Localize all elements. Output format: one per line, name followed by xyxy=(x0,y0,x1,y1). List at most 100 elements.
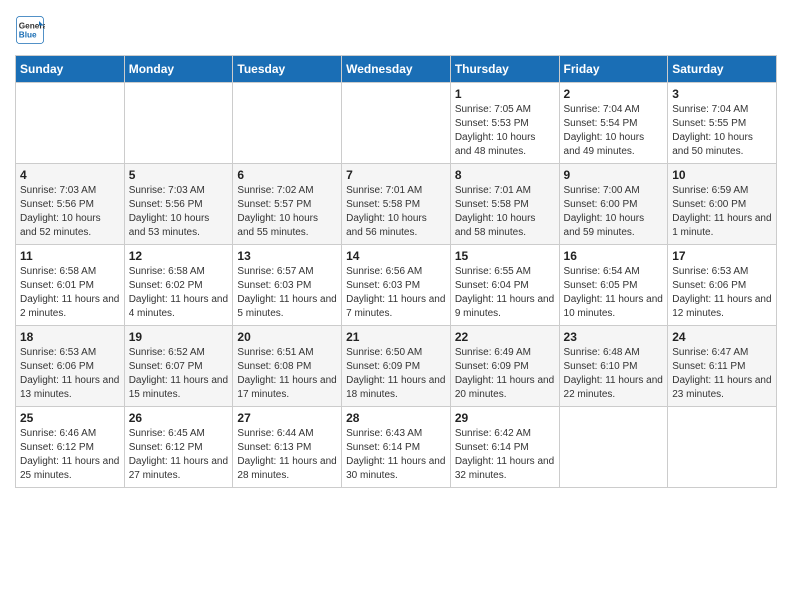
calendar-cell-2-6: 9 Sunrise: 7:00 AMSunset: 6:00 PMDaylight… xyxy=(559,164,668,245)
day-info: Sunrise: 6:58 AMSunset: 6:01 PMDaylight:… xyxy=(20,265,120,321)
calendar-cell-5-5: 29 Sunrise: 6:42 AMSunset: 6:14 PMDayligh… xyxy=(450,407,559,488)
day-info: Sunrise: 6:57 AMSunset: 6:03 PMDaylight:… xyxy=(237,265,337,321)
calendar-week-4: 18 Sunrise: 6:53 AMSunset: 6:06 PMDayligh… xyxy=(16,326,777,407)
day-number: 20 xyxy=(237,330,337,344)
day-info: Sunrise: 6:42 AMSunset: 6:14 PMDaylight:… xyxy=(455,427,555,483)
calendar-cell-1-4 xyxy=(342,83,451,164)
calendar-cell-4-2: 19Sunrise: 6:52 AMSunset: 6:07 PMDayligh… xyxy=(124,326,233,407)
calendar-cell-1-7: 3Sunrise: 7:04 AMSunset: 5:55 PMDaylight… xyxy=(668,83,777,164)
day-number: 13 xyxy=(237,249,337,263)
weekday-header-tuesday: Tuesday xyxy=(233,56,342,83)
day-info: Sunrise: 6:53 AMSunset: 6:06 PMDaylight:… xyxy=(20,346,120,402)
day-info: Sunrise: 6:58 AMSunset: 6:02 PMDaylight:… xyxy=(129,265,229,321)
day-number: 16 xyxy=(564,249,664,263)
day-number: 29 xyxy=(455,411,555,425)
calendar-header-row: SundayMondayTuesdayWednesdayThursdayFrid… xyxy=(16,56,777,83)
calendar-cell-5-7 xyxy=(668,407,777,488)
day-number: 24 xyxy=(672,330,772,344)
calendar-cell-5-1: 25 Sunrise: 6:46 AMSunset: 6:12 PMDayligh… xyxy=(16,407,125,488)
day-info: Sunrise: 7:01 AMSunset: 5:58 PMDaylight:… xyxy=(346,184,446,240)
day-number: 1 xyxy=(455,87,555,101)
day-info: Sunrise: 6:45 AMSunset: 6:12 PMDaylight:… xyxy=(129,427,229,483)
day-info: Sunrise: 7:00 AMSunset: 6:00 PMDaylight:… xyxy=(564,184,664,240)
day-number: 15 xyxy=(455,249,555,263)
calendar-cell-1-5: 1 Sunrise: 7:05 AMSunset: 5:53 PMDaylight… xyxy=(450,83,559,164)
weekday-header-sunday: Sunday xyxy=(16,56,125,83)
calendar-cell-4-7: 24Sunrise: 6:47 AMSunset: 6:11 PMDayligh… xyxy=(668,326,777,407)
svg-text:Blue: Blue xyxy=(19,31,37,40)
day-info: Sunrise: 7:05 AMSunset: 5:53 PMDaylight:… xyxy=(455,103,555,159)
svg-text:General: General xyxy=(19,22,45,31)
day-number: 28 xyxy=(346,411,446,425)
day-info: Sunrise: 7:02 AMSunset: 5:57 PMDaylight:… xyxy=(237,184,337,240)
calendar-week-3: 11 Sunrise: 6:58 AMSunset: 6:01 PMDayligh… xyxy=(16,245,777,326)
day-number: 14 xyxy=(346,249,446,263)
calendar-cell-5-6 xyxy=(559,407,668,488)
calendar-cell-2-1: 4 Sunrise: 7:03 AMSunset: 5:56 PMDaylight… xyxy=(16,164,125,245)
weekday-header-monday: Monday xyxy=(124,56,233,83)
calendar-cell-1-3 xyxy=(233,83,342,164)
calendar-cell-4-1: 18 Sunrise: 6:53 AMSunset: 6:06 PMDayligh… xyxy=(16,326,125,407)
day-number: 6 xyxy=(237,168,337,182)
calendar-cell-5-3: 27 Sunrise: 6:44 AMSunset: 6:13 PMDayligh… xyxy=(233,407,342,488)
day-number: 17 xyxy=(672,249,772,263)
day-info: Sunrise: 6:48 AMSunset: 6:10 PMDaylight:… xyxy=(564,346,664,402)
calendar-cell-2-7: 10 Sunrise: 6:59 AMSunset: 6:00 PMDayligh… xyxy=(668,164,777,245)
calendar-cell-3-7: 17 Sunrise: 6:53 AMSunset: 6:06 PMDayligh… xyxy=(668,245,777,326)
day-number: 27 xyxy=(237,411,337,425)
page-header: General Blue xyxy=(15,15,777,45)
calendar-cell-3-6: 16Sunrise: 6:54 AMSunset: 6:05 PMDayligh… xyxy=(559,245,668,326)
calendar-table: SundayMondayTuesdayWednesdayThursdayFrid… xyxy=(15,55,777,488)
day-number: 7 xyxy=(346,168,446,182)
calendar-week-2: 4 Sunrise: 7:03 AMSunset: 5:56 PMDaylight… xyxy=(16,164,777,245)
day-info: Sunrise: 7:03 AMSunset: 5:56 PMDaylight:… xyxy=(20,184,120,240)
day-number: 10 xyxy=(672,168,772,182)
day-number: 21 xyxy=(346,330,446,344)
day-number: 12 xyxy=(129,249,229,263)
calendar-cell-4-5: 22 Sunrise: 6:49 AMSunset: 6:09 PMDayligh… xyxy=(450,326,559,407)
day-info: Sunrise: 6:51 AMSunset: 6:08 PMDaylight:… xyxy=(237,346,337,402)
calendar-cell-5-4: 28 Sunrise: 6:43 AMSunset: 6:14 PMDayligh… xyxy=(342,407,451,488)
day-info: Sunrise: 7:04 AMSunset: 5:55 PMDaylight:… xyxy=(672,103,772,159)
day-number: 8 xyxy=(455,168,555,182)
weekday-header-wednesday: Wednesday xyxy=(342,56,451,83)
calendar-cell-3-1: 11 Sunrise: 6:58 AMSunset: 6:01 PMDayligh… xyxy=(16,245,125,326)
calendar-cell-1-6: 2 Sunrise: 7:04 AMSunset: 5:54 PMDaylight… xyxy=(559,83,668,164)
day-number: 4 xyxy=(20,168,120,182)
calendar-week-5: 25 Sunrise: 6:46 AMSunset: 6:12 PMDayligh… xyxy=(16,407,777,488)
day-number: 23 xyxy=(564,330,664,344)
day-info: Sunrise: 6:50 AMSunset: 6:09 PMDaylight:… xyxy=(346,346,446,402)
weekday-header-thursday: Thursday xyxy=(450,56,559,83)
calendar-cell-1-2 xyxy=(124,83,233,164)
day-number: 26 xyxy=(129,411,229,425)
day-number: 19 xyxy=(129,330,229,344)
day-info: Sunrise: 7:04 AMSunset: 5:54 PMDaylight:… xyxy=(564,103,664,159)
calendar-cell-3-3: 13 Sunrise: 6:57 AMSunset: 6:03 PMDayligh… xyxy=(233,245,342,326)
logo: General Blue xyxy=(15,15,49,45)
calendar-week-1: 1 Sunrise: 7:05 AMSunset: 5:53 PMDaylight… xyxy=(16,83,777,164)
day-number: 11 xyxy=(20,249,120,263)
day-info: Sunrise: 7:01 AMSunset: 5:58 PMDaylight:… xyxy=(455,184,555,240)
calendar-cell-2-3: 6 Sunrise: 7:02 AMSunset: 5:57 PMDaylight… xyxy=(233,164,342,245)
weekday-header-friday: Friday xyxy=(559,56,668,83)
calendar-cell-2-2: 5Sunrise: 7:03 AMSunset: 5:56 PMDaylight… xyxy=(124,164,233,245)
calendar-cell-2-4: 7 Sunrise: 7:01 AMSunset: 5:58 PMDaylight… xyxy=(342,164,451,245)
day-info: Sunrise: 6:46 AMSunset: 6:12 PMDaylight:… xyxy=(20,427,120,483)
weekday-header-saturday: Saturday xyxy=(668,56,777,83)
day-info: Sunrise: 6:49 AMSunset: 6:09 PMDaylight:… xyxy=(455,346,555,402)
calendar-cell-3-5: 15Sunrise: 6:55 AMSunset: 6:04 PMDayligh… xyxy=(450,245,559,326)
day-info: Sunrise: 6:43 AMSunset: 6:14 PMDaylight:… xyxy=(346,427,446,483)
day-info: Sunrise: 7:03 AMSunset: 5:56 PMDaylight:… xyxy=(129,184,229,240)
day-number: 2 xyxy=(564,87,664,101)
calendar-cell-2-5: 8 Sunrise: 7:01 AMSunset: 5:58 PMDaylight… xyxy=(450,164,559,245)
calendar-cell-4-6: 23 Sunrise: 6:48 AMSunset: 6:10 PMDayligh… xyxy=(559,326,668,407)
day-number: 18 xyxy=(20,330,120,344)
day-number: 22 xyxy=(455,330,555,344)
day-info: Sunrise: 6:59 AMSunset: 6:00 PMDaylight:… xyxy=(672,184,772,240)
day-info: Sunrise: 6:56 AMSunset: 6:03 PMDaylight:… xyxy=(346,265,446,321)
day-number: 9 xyxy=(564,168,664,182)
day-info: Sunrise: 6:44 AMSunset: 6:13 PMDaylight:… xyxy=(237,427,337,483)
day-number: 25 xyxy=(20,411,120,425)
calendar-cell-5-2: 26 Sunrise: 6:45 AMSunset: 6:12 PMDayligh… xyxy=(124,407,233,488)
day-info: Sunrise: 6:53 AMSunset: 6:06 PMDaylight:… xyxy=(672,265,772,321)
